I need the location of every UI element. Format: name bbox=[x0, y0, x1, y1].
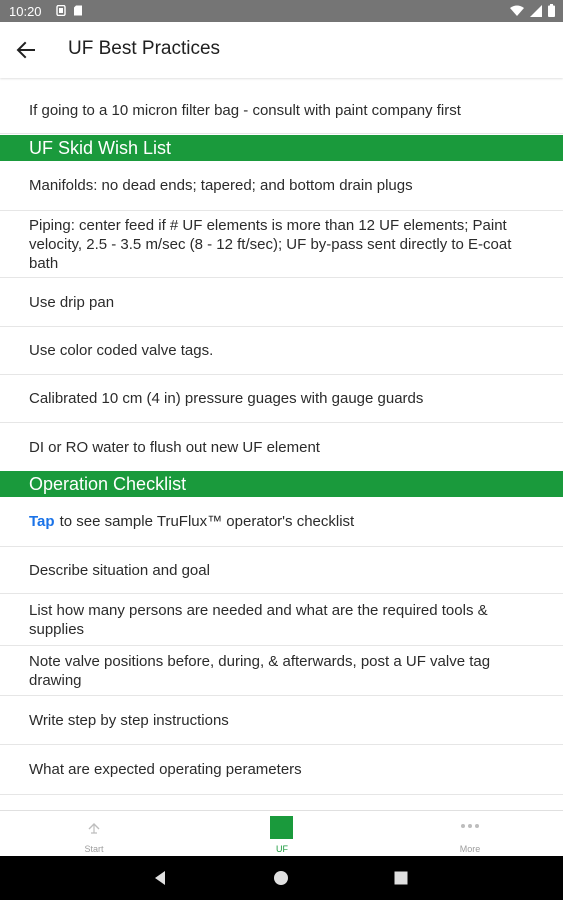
page-title: UF Best Practices bbox=[68, 38, 221, 59]
back-arrow-icon[interactable] bbox=[12, 36, 40, 64]
wifi-icon bbox=[510, 5, 524, 16]
tap-item-text: to see sample TruFlux™ operator's checkl… bbox=[59, 513, 355, 530]
list-item: List how many persons are needed and wha… bbox=[0, 594, 563, 646]
nav-uf[interactable]: UF bbox=[188, 811, 376, 857]
battery-icon bbox=[548, 4, 555, 17]
nav-start[interactable]: Start bbox=[0, 811, 188, 857]
uf-square-icon bbox=[270, 816, 293, 839]
tap-link[interactable]: Tap bbox=[29, 512, 55, 531]
app-bar: UF Best Practices bbox=[0, 22, 563, 78]
status-time: 10:20 bbox=[9, 4, 42, 19]
list-item: DI or RO water to flush out new UF eleme… bbox=[29, 438, 320, 456]
more-dots-icon bbox=[461, 824, 479, 828]
home-circle-icon[interactable] bbox=[271, 868, 291, 888]
nav-start-label: Start bbox=[84, 844, 104, 854]
list-item: If going to a 10 micron filter bag - con… bbox=[0, 88, 563, 134]
recents-square-icon[interactable] bbox=[391, 868, 411, 888]
sd-card-icon bbox=[74, 5, 82, 16]
list-item: Describe situation and goal bbox=[0, 547, 563, 594]
tap-checklist-item[interactable]: Tap to see sample TruFlux™ operator's ch… bbox=[0, 497, 563, 547]
list-item: Piping: center feed if # UF elements is … bbox=[0, 211, 563, 278]
list-item: What are expected operating perameters bbox=[0, 745, 563, 795]
list-item: Note valve positions before, during, & a… bbox=[0, 646, 563, 696]
bottom-nav: Start UF More bbox=[0, 810, 563, 857]
nav-more-label: More bbox=[459, 844, 481, 854]
list-item: Calibrated 10 cm (4 in) pressure guages … bbox=[0, 375, 563, 423]
back-triangle-icon[interactable] bbox=[150, 868, 170, 888]
list-item: Manifolds: no dead ends; tapered; and bo… bbox=[0, 161, 563, 211]
list-item: Use drip pan bbox=[0, 278, 563, 327]
nav-more[interactable]: More bbox=[376, 811, 563, 857]
list-item: Use color coded valve tags. bbox=[0, 327, 563, 375]
system-nav-bar bbox=[0, 856, 563, 900]
section-header-skid-wish-list: UF Skid Wish List bbox=[0, 135, 563, 161]
sim-icon bbox=[56, 5, 66, 16]
start-icon bbox=[88, 823, 100, 834]
content-list[interactable]: If going to a 10 micron filter bag - con… bbox=[0, 78, 563, 810]
section-header-operation-checklist: Operation Checklist bbox=[0, 471, 563, 497]
nav-uf-label: UF bbox=[276, 844, 288, 854]
list-item: Write step by step instructions bbox=[0, 696, 563, 745]
status-bar: 10:20 bbox=[0, 0, 563, 22]
signal-icon bbox=[530, 4, 542, 17]
